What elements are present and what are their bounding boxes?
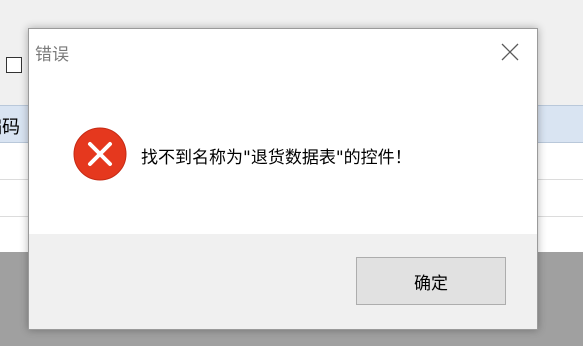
dialog-footer: 确定	[29, 234, 537, 329]
dialog-titlebar[interactable]: 错误	[29, 29, 537, 74]
ok-button[interactable]: 确定	[356, 257, 506, 305]
error-message: 找不到名称为"退货数据表"的控件！	[141, 148, 412, 168]
close-button[interactable]	[497, 39, 523, 65]
dialog-title: 错误	[35, 45, 69, 65]
grid-header-cell[interactable]: 编码	[0, 113, 20, 139]
background-checkbox[interactable]	[6, 57, 22, 73]
error-icon	[73, 127, 127, 181]
dialog-content: 找不到名称为"退货数据表"的控件！	[29, 74, 537, 234]
close-icon	[501, 43, 519, 61]
error-dialog: 错误 找不到名称为"退货数据表"的控件！ 确定	[28, 28, 538, 330]
